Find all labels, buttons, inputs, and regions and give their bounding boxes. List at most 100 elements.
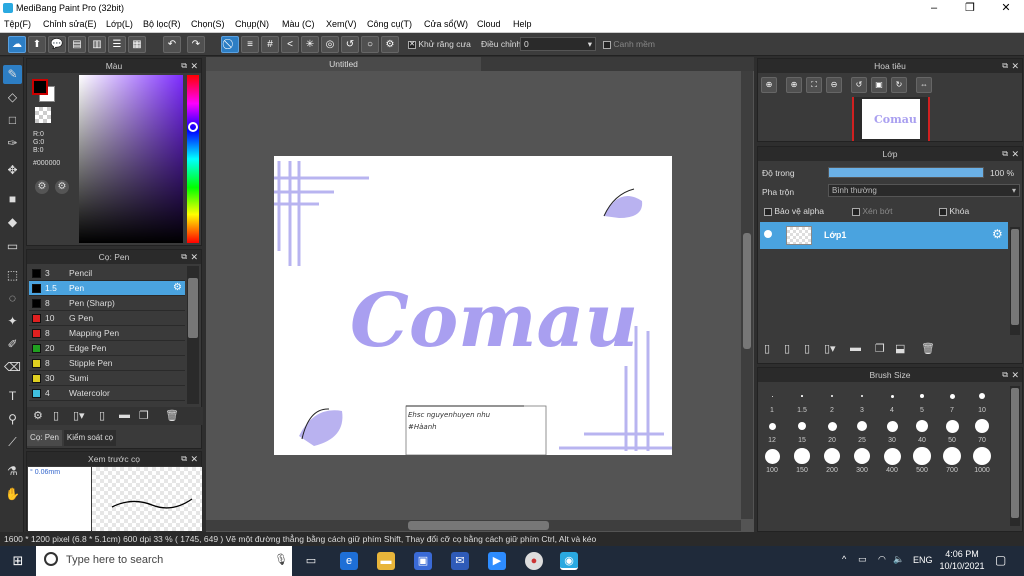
cloud-icon[interactable]: ☁ bbox=[8, 36, 26, 53]
menu-capture[interactable]: Chụp(N) bbox=[235, 19, 269, 29]
eyedropper-icon[interactable]: ⚗ bbox=[3, 462, 22, 481]
brush-size-dot[interactable] bbox=[857, 421, 867, 431]
menu-color[interactable]: Màu (C) bbox=[282, 19, 315, 29]
select-pen-icon[interactable]: ✐ bbox=[3, 335, 22, 354]
brush-item[interactable]: 30 Sumi bbox=[29, 371, 185, 386]
comment-icon[interactable]: 💬 bbox=[48, 36, 66, 53]
layer-row[interactable]: Lớp1 ⚙ bbox=[760, 222, 1008, 249]
brush-size-dot[interactable] bbox=[764, 448, 780, 464]
clock-date[interactable]: 10/10/2021 bbox=[938, 561, 986, 571]
transparent-swatch[interactable] bbox=[35, 107, 51, 123]
clip-toggle[interactable]: Xén bớt bbox=[852, 206, 893, 216]
correction-select[interactable]: 0 ▾ bbox=[520, 37, 596, 51]
float-icon[interactable]: ⧉ bbox=[1002, 147, 1008, 161]
menu-tools[interactable]: Công cụ(T) bbox=[367, 19, 412, 29]
maximize-button[interactable]: ❐ bbox=[952, 0, 988, 17]
menu-help[interactable]: Help bbox=[513, 19, 532, 29]
brush-item[interactable]: 8 Pen (Sharp) bbox=[29, 296, 185, 311]
windows-start-icon[interactable]: ⊞ bbox=[9, 552, 27, 570]
tab-brush-control[interactable]: Kiểm soát cọ bbox=[64, 430, 116, 446]
snap-off-icon[interactable]: ⃠ bbox=[221, 36, 239, 53]
lock-toggle[interactable]: Khóa bbox=[939, 206, 969, 216]
brush-size-dot[interactable] bbox=[771, 395, 773, 397]
antialias-checkbox[interactable]: ✕ bbox=[408, 40, 416, 49]
brush-size-dot[interactable] bbox=[972, 446, 992, 466]
grid-snap-icon[interactable]: # bbox=[261, 36, 279, 53]
microphone-icon[interactable]: 🎙 bbox=[274, 553, 288, 566]
lasso-tool-icon[interactable]: ◌ bbox=[3, 289, 22, 308]
menu-window[interactable]: Cửa sổ(W) bbox=[424, 19, 468, 29]
bucket-tool-icon[interactable]: ◆ bbox=[3, 213, 22, 232]
canvas-tab[interactable]: Untitled bbox=[206, 57, 481, 71]
new-layer-icon[interactable]: ▯ bbox=[764, 342, 770, 355]
brush-item[interactable]: 10 G Pen bbox=[29, 311, 185, 326]
close-icon[interactable]: ✕ bbox=[1011, 59, 1019, 73]
menu-view[interactable]: Xem(V) bbox=[326, 19, 357, 29]
tray-camera-icon[interactable]: ▭ bbox=[858, 554, 867, 565]
size-scrollbar[interactable] bbox=[1010, 386, 1020, 526]
curve-snap-icon[interactable]: ↺ bbox=[341, 36, 359, 53]
divide-tool-icon[interactable]: ⟋ bbox=[3, 433, 22, 452]
menu-select[interactable]: Chọn(S) bbox=[191, 19, 225, 29]
hue-slider[interactable] bbox=[187, 75, 199, 243]
brush-size-dot[interactable] bbox=[913, 447, 931, 465]
float-icon[interactable]: ⧉ bbox=[181, 452, 187, 466]
protect-alpha-toggle[interactable]: Bảo vệ alpha bbox=[764, 206, 824, 216]
store-icon[interactable]: ▣ bbox=[414, 552, 432, 570]
select-tool-icon[interactable]: ⬚ bbox=[3, 266, 22, 285]
zoom-in-icon[interactable]: ⊕ bbox=[786, 77, 802, 93]
panel-icon[interactable]: ▤ bbox=[68, 36, 86, 53]
select-eraser-icon[interactable]: ⌫ bbox=[3, 358, 22, 377]
brush-size-dot[interactable] bbox=[853, 447, 871, 465]
layer-visibility-icon[interactable] bbox=[764, 230, 772, 238]
brush-item[interactable]: 8 Stipple Pen bbox=[29, 356, 185, 371]
snap-toggle[interactable]: Canh mềm bbox=[603, 39, 655, 49]
edge-icon[interactable]: e bbox=[340, 552, 358, 570]
brush-size-dot[interactable] bbox=[949, 393, 955, 399]
taskbar-search[interactable]: Type here to search 🎙 bbox=[36, 546, 292, 576]
layer-settings-icon[interactable]: ⚙ bbox=[992, 227, 1003, 241]
clip-checkbox[interactable] bbox=[852, 207, 860, 216]
dot-tool-icon[interactable]: □ bbox=[3, 111, 22, 130]
rotate-left-icon[interactable]: ↺ bbox=[851, 77, 867, 93]
operation-tool-icon[interactable]: ⚲ bbox=[3, 410, 22, 429]
task-view-icon[interactable]: ▭ bbox=[302, 552, 320, 570]
brush-item[interactable]: 8 Mapping Pen bbox=[29, 326, 185, 341]
canvas-horizontal-scrollbar[interactable] bbox=[206, 520, 741, 531]
brush-size-dot[interactable] bbox=[883, 447, 901, 465]
zoom-icon[interactable]: ▶ bbox=[488, 552, 506, 570]
brush-size-dot[interactable] bbox=[945, 419, 959, 433]
new-brush-icon[interactable]: ▯ bbox=[53, 409, 59, 422]
hand-tool-icon[interactable]: ✋ bbox=[3, 485, 22, 504]
tray-chevron-icon[interactable]: ^ bbox=[842, 554, 846, 564]
duplicate-icon[interactable]: ❐ bbox=[139, 409, 149, 422]
language-indicator[interactable]: ENG bbox=[913, 555, 933, 565]
brush-size-dot[interactable] bbox=[801, 395, 803, 397]
navigator-thumbnail[interactable]: Comau bbox=[852, 97, 930, 141]
brush-size-dot[interactable] bbox=[824, 448, 840, 464]
minimize-button[interactable]: – bbox=[916, 0, 952, 17]
canvas-vertical-scrollbar[interactable] bbox=[741, 71, 753, 519]
delete-layer-icon[interactable]: 🗑 bbox=[921, 342, 935, 355]
brush-size-dot[interactable] bbox=[975, 419, 989, 433]
grid-icon[interactable]: ▦ bbox=[128, 36, 146, 53]
brush-size-dot[interactable] bbox=[827, 421, 837, 431]
merge-layer-icon[interactable]: ⬓ bbox=[895, 342, 905, 355]
actual-size-icon[interactable]: ⛶ bbox=[806, 77, 822, 93]
close-icon[interactable]: ✕ bbox=[190, 59, 198, 73]
move-tool-icon[interactable]: ✥ bbox=[3, 161, 22, 180]
menu-edit[interactable]: Chỉnh sửa(E) bbox=[43, 19, 97, 29]
folder-icon[interactable]: ▬ bbox=[119, 409, 130, 421]
brush-settings-gear-icon[interactable]: ⚙ bbox=[173, 282, 182, 293]
brush-size-dot[interactable] bbox=[768, 422, 776, 430]
brush-size-dot[interactable] bbox=[831, 395, 833, 397]
brush-item[interactable]: 20 Edge Pen bbox=[29, 341, 185, 356]
page-icon[interactable]: ▥ bbox=[88, 36, 106, 53]
saturation-value-picker[interactable] bbox=[79, 75, 183, 243]
hue-handle[interactable] bbox=[188, 122, 198, 132]
opacity-slider[interactable] bbox=[828, 167, 984, 178]
float-icon[interactable]: ⧉ bbox=[181, 250, 187, 264]
menu-cloud[interactable]: Cloud bbox=[477, 19, 501, 29]
close-icon[interactable]: ✕ bbox=[190, 452, 198, 466]
chrome-icon[interactable]: ● bbox=[525, 552, 543, 570]
